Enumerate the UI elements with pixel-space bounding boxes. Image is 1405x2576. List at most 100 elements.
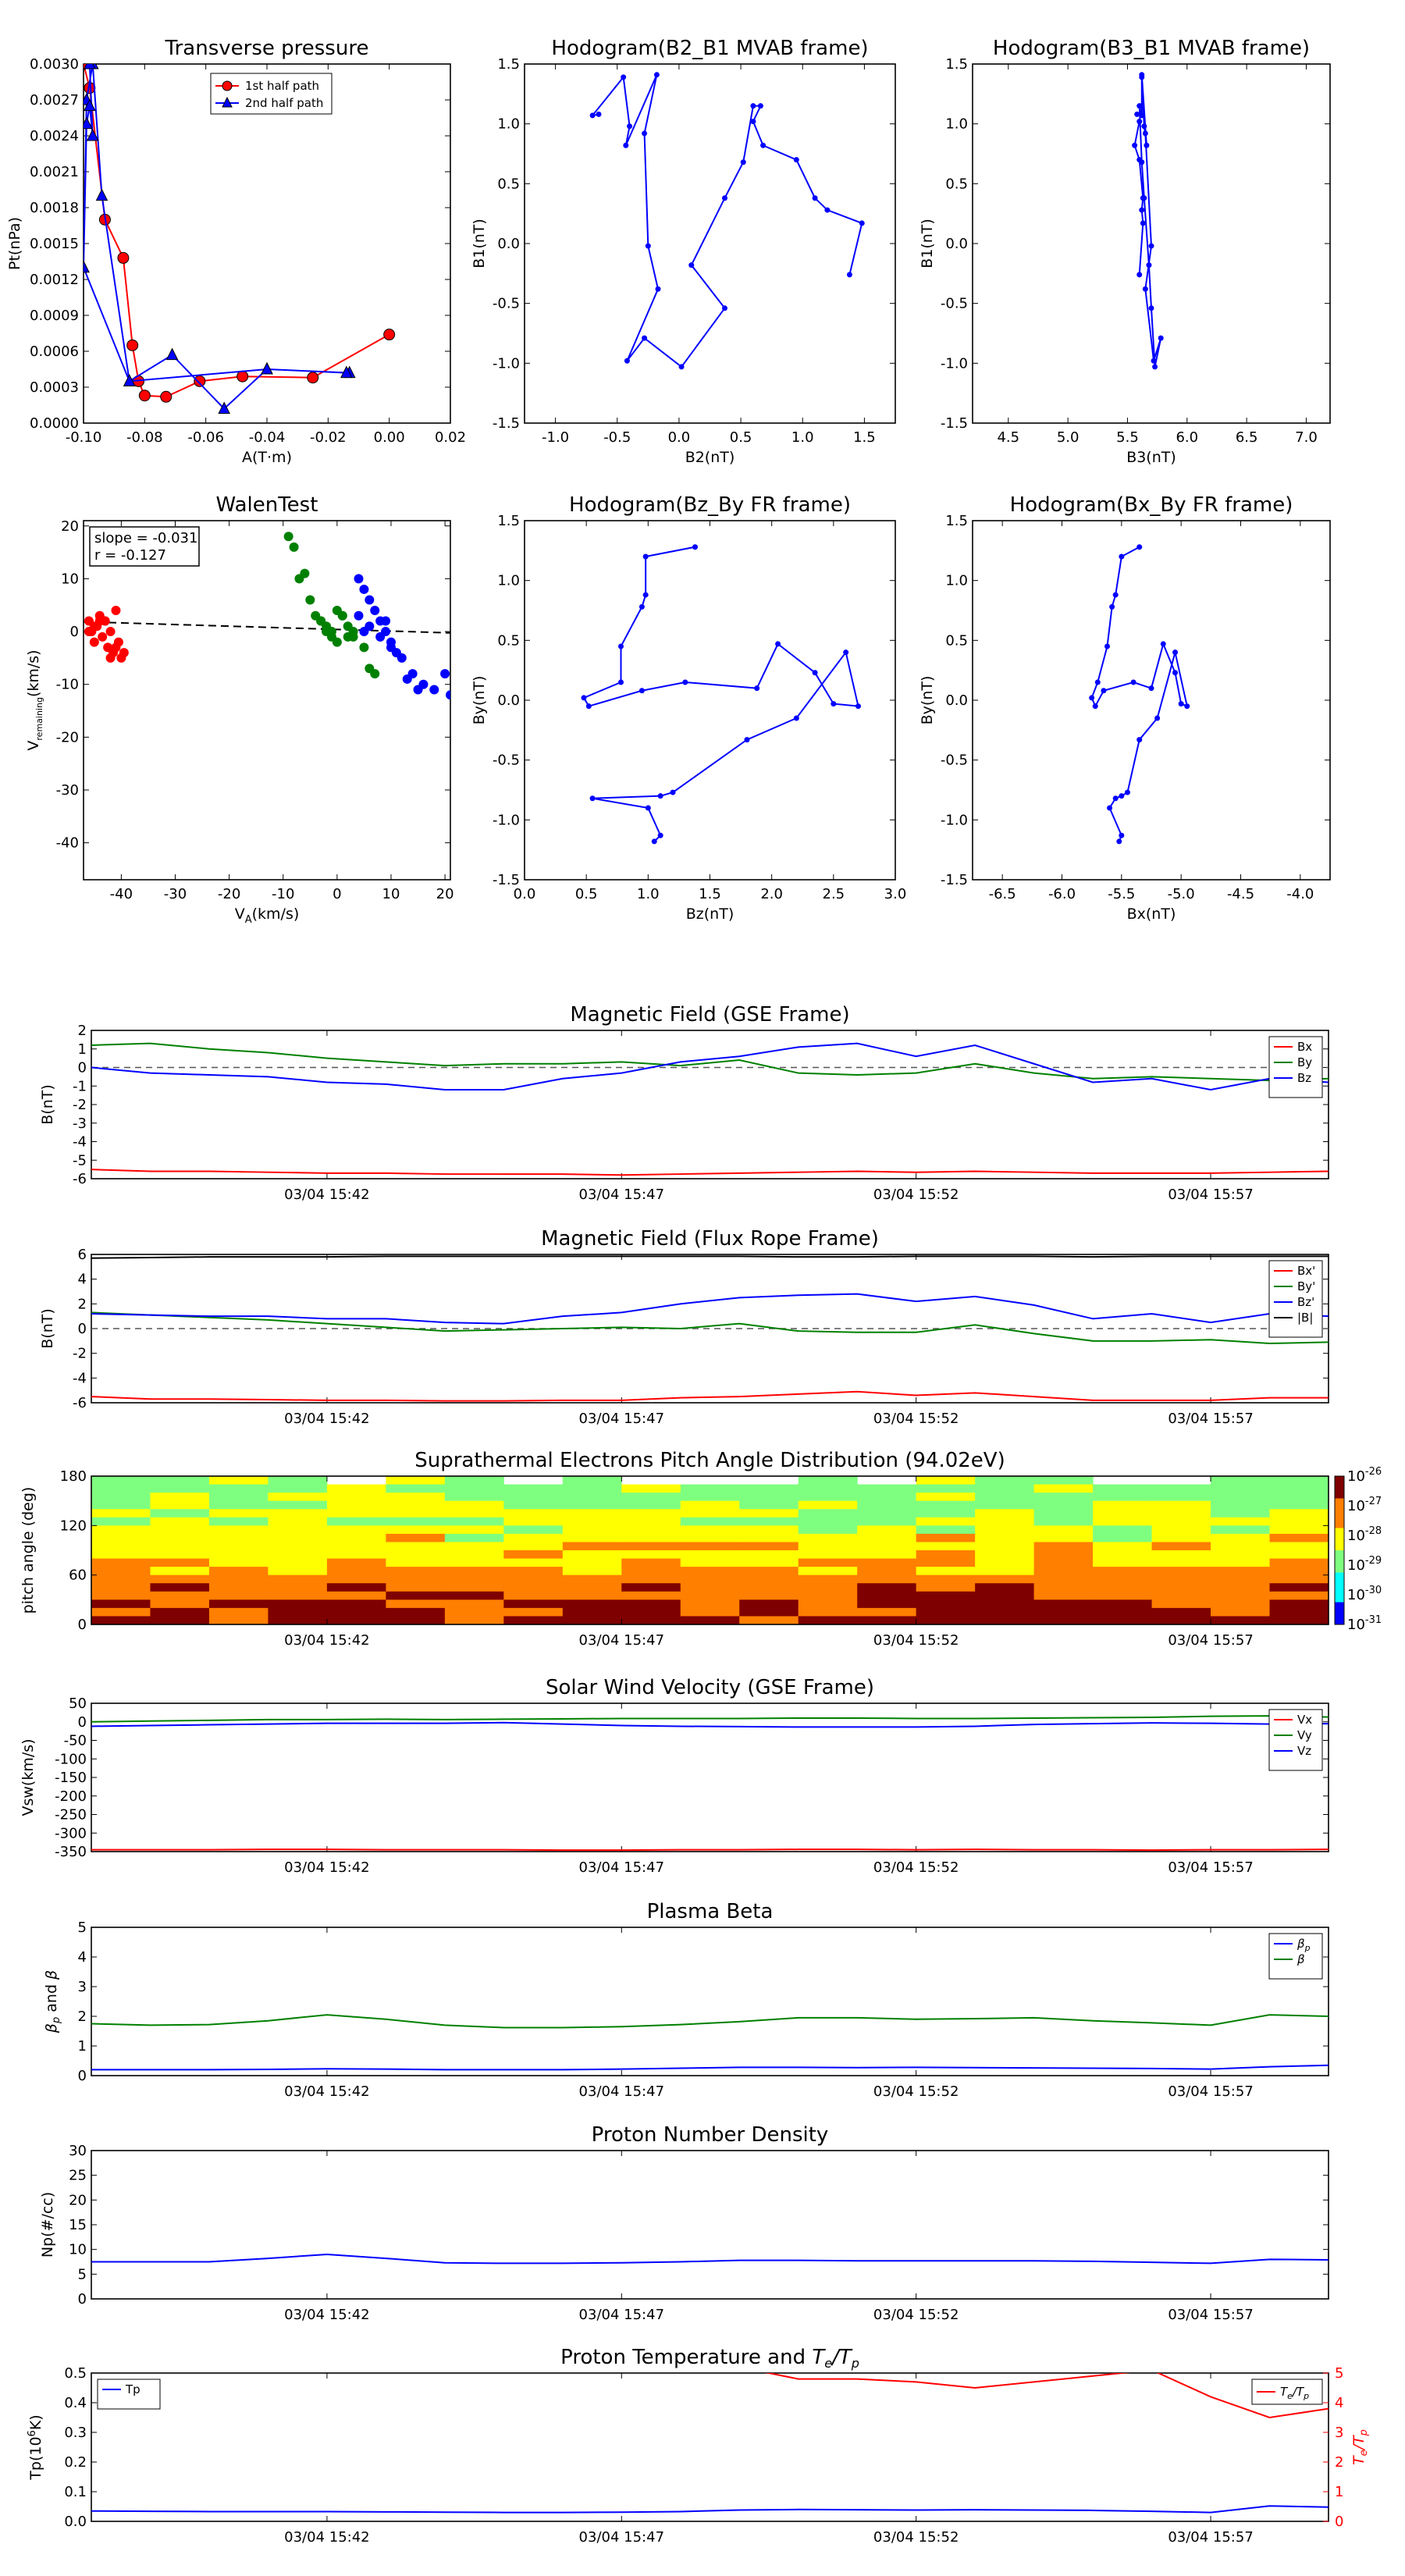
heatmap-cell (150, 1583, 210, 1592)
y-tick-label: 0.0 (497, 692, 520, 709)
data-point (332, 637, 342, 647)
heatmap-cell (208, 1509, 269, 1518)
heatmap-cell (916, 1542, 976, 1551)
y-axis-label: pitch angle (deg) (20, 1487, 37, 1614)
x-tick-label: 1.5 (853, 429, 876, 446)
y2-tick-label: 1 (1335, 2484, 1343, 2500)
heatmap-cell (621, 1517, 681, 1526)
data-point (645, 243, 651, 249)
heatmap-cell (150, 1493, 210, 1502)
data-point (89, 637, 99, 647)
legend-label: Tp (125, 2382, 140, 2396)
annotation: slope = -0.031r = -0.127 (89, 526, 200, 567)
heatmap-cell (739, 1558, 799, 1567)
heatmap-cell (857, 1550, 917, 1560)
data-point (760, 142, 767, 148)
heatmap-cell (621, 1484, 681, 1493)
heatmap-cell (150, 1574, 210, 1584)
heatmap-cell (1033, 1525, 1094, 1535)
heatmap-cell (91, 1484, 151, 1493)
heatmap-cell (857, 1567, 917, 1576)
data-point (84, 64, 96, 69)
heatmap-cell (975, 1583, 1035, 1592)
y-axis-label: B(nT) (39, 1084, 56, 1125)
heatmap-cell (680, 1493, 740, 1502)
series-0 (1089, 544, 1190, 845)
data-point (624, 358, 630, 364)
heatmap-cell (798, 1509, 858, 1518)
colorbar-cell (1335, 1570, 1344, 1573)
x-tick-label: -0.08 (126, 429, 163, 446)
colorbar-cell (1335, 1612, 1344, 1615)
colorbar-cell (1335, 1538, 1344, 1541)
heatmap-cell (503, 1616, 564, 1625)
heatmap-cell (857, 1517, 917, 1526)
data-point (621, 74, 627, 80)
y-tick-label: -300 (55, 1825, 87, 1841)
heatmap-cell (268, 1583, 328, 1592)
heatmap-cell (91, 1591, 151, 1600)
x-tick-label: 03/04 15:47 (579, 2307, 664, 2323)
y-tick-label: 0.4 (64, 2395, 87, 2411)
y-tick-label: 3 (78, 1979, 87, 1995)
heatmap-cell (268, 1567, 328, 1576)
panel-4: Hodogram(Bz_By FR frame) 0.0 0.5 1.0 1.5 2.0 2… (471, 493, 906, 923)
heatmap-cell (386, 1616, 446, 1625)
data-point (1139, 103, 1145, 109)
panel-2: Hodogram(B3_B1 MVAB frame) 4.5 5.0 5.5 6.0 6.… (919, 37, 1331, 466)
data-point (1151, 358, 1157, 364)
y-tick-label: 0.0 (497, 236, 520, 252)
heatmap-cell (857, 1616, 917, 1625)
x-tick-label: 03/04 15:47 (579, 1632, 664, 1649)
y-tick-label: -2 (73, 1097, 87, 1113)
heatmap-cell (562, 1599, 622, 1609)
colorbar-cell (1335, 1614, 1344, 1617)
heatmap-cell (91, 1500, 151, 1510)
heatmap-cell (208, 1517, 269, 1526)
heatmap-cell (150, 1484, 210, 1493)
data-point (1139, 112, 1145, 119)
x-tick-label: 2.5 (823, 886, 845, 902)
y-tick-label: -4 (73, 1134, 87, 1151)
heatmap-cell (1269, 1476, 1329, 1485)
data-point (440, 669, 450, 679)
heatmap-cell (150, 1550, 210, 1560)
heatmap-cell (739, 1591, 799, 1600)
legend: VxVy Vz (1268, 1709, 1323, 1771)
heatmap-cell (975, 1616, 1035, 1625)
y-tick-label: -4 (73, 1370, 87, 1386)
x-axis-label: Bx(nT) (1127, 906, 1176, 923)
colorbar-cell (1335, 1585, 1344, 1588)
heatmap-cell (1151, 1583, 1211, 1592)
data-point (657, 793, 663, 799)
series-2 (91, 1293, 1329, 1325)
timeseries-5: Proton Number Density 03/04 15:42 03/04 15… (39, 2123, 1329, 2323)
data-point (642, 130, 648, 137)
heatmap-cell (916, 1583, 976, 1592)
heatmap-cell (916, 1558, 976, 1567)
data-point (1139, 72, 1145, 78)
y-tick-label: -50 (64, 1733, 87, 1749)
heatmap-cell (208, 1525, 269, 1535)
heatmap-cell (444, 1533, 504, 1542)
data-point (1136, 737, 1143, 743)
panel-title: Hodogram(B3_B1 MVAB frame) (993, 37, 1310, 60)
heatmap-cell (503, 1550, 564, 1560)
timeseries-4: Plasma Beta 03/04 15:42 03/04 15:47 03/04 1… (43, 1900, 1329, 2100)
data-point (95, 188, 108, 201)
y-tick-label: 0 (78, 1714, 87, 1731)
data-point (585, 703, 592, 710)
data-point (831, 701, 837, 707)
panel-title: Solar Wind Velocity (GSE Frame) (546, 1676, 874, 1699)
heatmap-cell (1033, 1550, 1094, 1560)
heatmap-cell (1151, 1484, 1211, 1493)
heatmap-cell (798, 1558, 858, 1567)
heatmap-cell (1093, 1542, 1153, 1551)
heatmap-cell (857, 1525, 917, 1535)
y-tick-label: 5 (78, 1920, 87, 1936)
heatmap-cell (621, 1493, 681, 1502)
heatmap-cell (386, 1574, 446, 1584)
heatmap-cell (1269, 1574, 1329, 1584)
heatmap-cell (975, 1599, 1035, 1609)
y-tick-label: 0 (78, 1321, 87, 1337)
